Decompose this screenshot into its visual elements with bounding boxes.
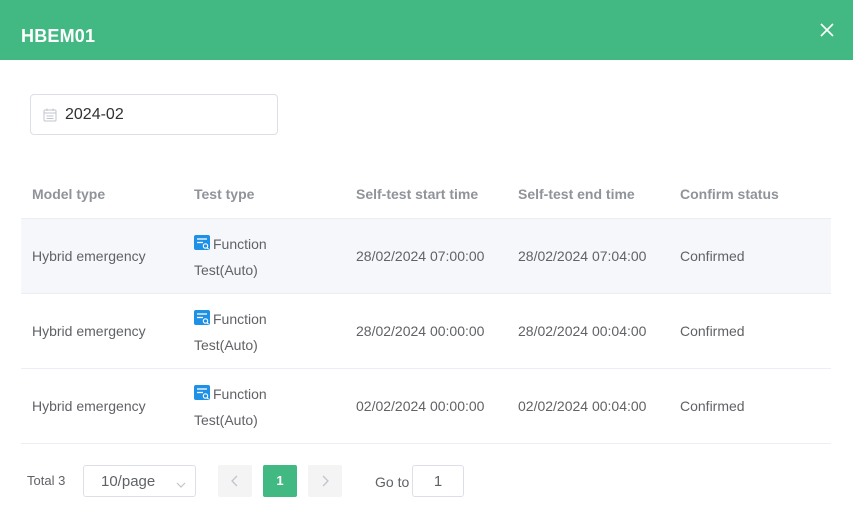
column-header-test-type: Test type	[194, 186, 255, 202]
month-picker[interactable]: 2024-02	[30, 94, 278, 135]
table-header: Model type Test type Self-test start tim…	[21, 170, 831, 219]
month-value: 2024-02	[65, 106, 124, 123]
column-header-confirm-status: Confirm status	[680, 186, 779, 202]
dialog-header: HBEM01	[0, 0, 853, 60]
start-time-cell: 28/02/2024 07:00:00	[356, 248, 485, 264]
confirm-status-cell: Confirmed	[680, 323, 745, 339]
table-row[interactable]: Hybrid emergency Function Test(Auto) 28/…	[21, 294, 831, 369]
end-time-cell: 28/02/2024 00:04:00	[518, 323, 647, 339]
column-header-start-time: Self-test start time	[356, 186, 479, 202]
test-type-cell: Function Test(Auto)	[194, 381, 294, 433]
column-header-model-type: Model type	[32, 186, 106, 202]
close-icon[interactable]	[817, 20, 837, 40]
column-header-end-time: Self-test end time	[518, 186, 635, 202]
self-test-table: Model type Test type Self-test start tim…	[21, 170, 831, 444]
page-size-value: 10/page	[101, 473, 156, 490]
chevron-left-icon	[229, 475, 241, 490]
table-row[interactable]: Hybrid emergency Function Test(Auto) 02/…	[21, 369, 831, 444]
prev-page-button[interactable]	[218, 465, 252, 497]
calendar-icon	[43, 108, 57, 122]
end-time-cell: 02/02/2024 00:04:00	[518, 398, 647, 414]
dialog-title: HBEM01	[21, 26, 96, 46]
total-count: Total 3	[27, 473, 66, 488]
confirm-status-cell: Confirmed	[680, 248, 745, 264]
function-test-icon	[194, 308, 210, 325]
chevron-down-icon	[176, 477, 186, 488]
chevron-right-icon	[319, 475, 331, 490]
function-test-icon	[194, 383, 210, 400]
test-type-cell: Function Test(Auto)	[194, 306, 294, 358]
test-type-cell: Function Test(Auto)	[194, 231, 294, 283]
model-type-cell: Hybrid emergency	[32, 398, 146, 414]
page-size-select[interactable]: 10/page	[83, 465, 196, 497]
goto-page-input[interactable]: 1	[412, 465, 464, 497]
pagination: Total 3 10/page 1 Go to 1	[0, 464, 853, 498]
table-row[interactable]: Hybrid emergency Function Test(Auto) 28/…	[21, 219, 831, 294]
model-type-cell: Hybrid emergency	[32, 323, 146, 339]
page-1-button[interactable]: 1	[263, 465, 297, 497]
start-time-cell: 28/02/2024 00:00:00	[356, 323, 485, 339]
model-type-cell: Hybrid emergency	[32, 248, 146, 264]
goto-label: Go to	[375, 474, 410, 490]
start-time-cell: 02/02/2024 00:00:00	[356, 398, 485, 414]
function-test-icon	[194, 233, 210, 250]
confirm-status-cell: Confirmed	[680, 398, 745, 414]
next-page-button[interactable]	[308, 465, 342, 497]
end-time-cell: 28/02/2024 07:04:00	[518, 248, 647, 264]
